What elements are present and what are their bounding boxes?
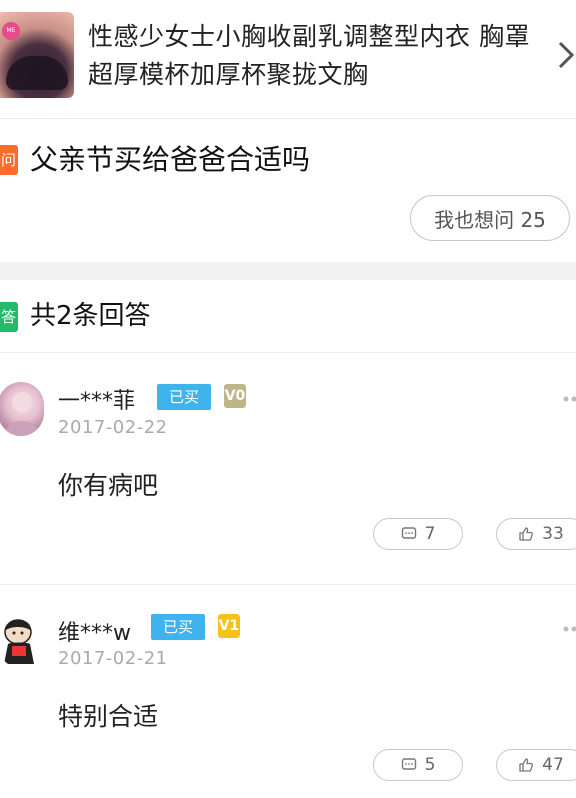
product-header[interactable]: ME 性感少女士小胸收副乳调整型内衣 胸罩超厚模杯加厚杯聚拢文胸 xyxy=(0,0,576,119)
chevron-right-icon[interactable] xyxy=(556,40,576,70)
avatar[interactable] xyxy=(0,614,44,668)
avatar-image xyxy=(4,392,40,436)
comment-icon xyxy=(401,527,416,539)
thumbs-up-icon xyxy=(519,527,534,541)
comment-button[interactable]: 7 xyxy=(373,518,463,550)
question-text: 父亲节买给爸爸合适吗 xyxy=(30,143,311,176)
product-title[interactable]: 性感少女士小胸收副乳调整型内衣 胸罩超厚模杯加厚杯聚拢文胸 xyxy=(88,18,540,94)
avatar[interactable] xyxy=(0,382,44,436)
bought-badge: 已买 xyxy=(151,614,205,640)
avatar-image xyxy=(4,619,34,664)
more-dots-icon[interactable] xyxy=(562,624,576,634)
more-dots-icon[interactable] xyxy=(562,394,576,404)
section-divider xyxy=(0,262,576,280)
like-count: 47 xyxy=(542,755,564,775)
vip-level-badge: V0 xyxy=(224,384,246,408)
answer-badge: 答 xyxy=(0,302,18,332)
like-button[interactable]: 47 xyxy=(496,749,576,781)
answer-username: 维***w xyxy=(58,621,131,646)
vip-level-badge: V1 xyxy=(218,614,240,638)
thumbnail-image-shape xyxy=(6,56,68,90)
like-count: 33 xyxy=(542,524,564,544)
question-badge: 问 xyxy=(0,145,18,175)
comment-count: 5 xyxy=(424,755,436,775)
ask-too-button[interactable]: 我也想问 25 xyxy=(410,195,570,241)
answer-count: 共2条回答 xyxy=(30,301,151,331)
comment-icon xyxy=(401,758,416,770)
answer-date: 2017-02-22 xyxy=(58,417,168,438)
thumbs-up-icon xyxy=(519,758,534,772)
thumbnail-tag: ME xyxy=(2,22,20,40)
divider xyxy=(0,352,576,353)
like-button[interactable]: 33 xyxy=(496,518,576,550)
bought-badge: 已买 xyxy=(157,384,211,410)
answer-date: 2017-02-21 xyxy=(58,648,168,669)
comment-count: 7 xyxy=(424,524,436,544)
divider xyxy=(0,584,576,585)
answer-content: 你有病吧 xyxy=(58,471,159,500)
answer-content: 特别合适 xyxy=(58,702,159,731)
comment-button[interactable]: 5 xyxy=(373,749,463,781)
product-thumbnail[interactable]: ME xyxy=(0,12,74,98)
answer-username: 一***菲 xyxy=(58,389,136,414)
